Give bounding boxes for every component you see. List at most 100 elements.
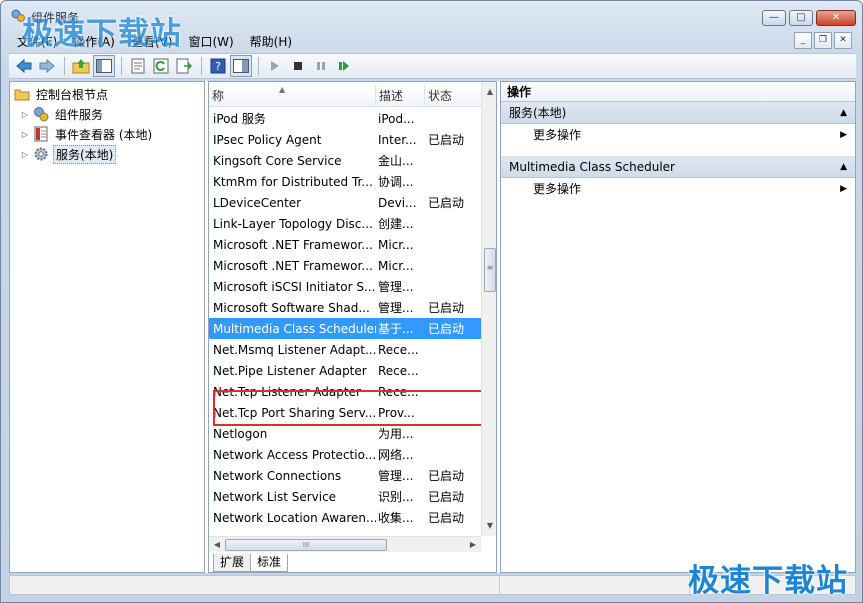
column-header-name[interactable]: ▲ 称 xyxy=(209,85,376,107)
service-name-cell: Multimedia Class Scheduler xyxy=(213,321,376,336)
table-row-selected[interactable]: Multimedia Class Scheduler 基于... 已启动 xyxy=(209,318,481,339)
action-section-services-local[interactable]: 服务(本地) ▲ xyxy=(501,102,855,124)
service-name-cell: Net.Msmq Listener Adapt... xyxy=(213,342,376,357)
table-row[interactable]: LDeviceCenter Devi... 已启动 xyxy=(209,192,481,213)
service-name-cell: IPsec Policy Agent xyxy=(213,132,322,147)
tree-item-event-viewer[interactable]: ▷ 事件查看器 (本地) xyxy=(20,125,154,143)
stop-icon xyxy=(294,62,302,70)
actions-pane: 操作 服务(本地) ▲ 更多操作 ▶ Multimedia Class Sche… xyxy=(500,81,856,573)
table-row[interactable]: Netlogon 为用... xyxy=(209,423,481,444)
table-row[interactable]: KtmRm for Distributed Tr... 协调... xyxy=(209,171,481,192)
minimize-button[interactable]: — xyxy=(762,10,786,26)
title-bar[interactable]: 组件服务 — □ ✕ xyxy=(1,1,862,31)
folder-icon xyxy=(14,86,30,102)
mdi-minimize-button[interactable]: _ xyxy=(794,32,812,49)
table-row[interactable]: Network Location Awaren... 收集... 已启动 xyxy=(209,507,481,528)
menu-help[interactable]: 帮助(H) xyxy=(242,33,300,50)
properties-button[interactable] xyxy=(127,55,149,77)
table-row[interactable]: IPsec Policy Agent Inter... 已启动 xyxy=(209,129,481,150)
table-row[interactable]: Network Connections 管理... 已启动 xyxy=(209,465,481,486)
actions-pane-title: 操作 xyxy=(501,82,855,102)
show-hide-tree-button[interactable] xyxy=(93,55,115,77)
export-list-button[interactable] xyxy=(173,55,195,77)
tab-extended[interactable]: 扩展 xyxy=(213,554,252,572)
horizontal-scroll-thumb[interactable]: III xyxy=(225,539,387,551)
start-service-button[interactable] xyxy=(264,55,286,77)
service-name-cell: Net.Tcp Port Sharing Serv... xyxy=(213,405,376,420)
stop-service-button[interactable] xyxy=(287,55,309,77)
tab-standard[interactable]: 标准 xyxy=(250,554,289,572)
action-section-selected-service[interactable]: Multimedia Class Scheduler ▲ xyxy=(501,156,855,178)
component-services-icon xyxy=(33,106,49,122)
table-row[interactable]: Net.Tcp Listener Adapter Rece... xyxy=(209,381,481,402)
table-row[interactable]: Net.Msmq Listener Adapt... Rece... xyxy=(209,339,481,360)
action-section-label: 服务(本地) xyxy=(509,106,567,120)
expand-arrow-icon[interactable]: ▷ xyxy=(20,150,30,159)
expand-arrow-icon[interactable]: ▷ xyxy=(20,110,30,119)
scroll-up-arrow-icon[interactable]: ▲ xyxy=(482,84,496,100)
services-list-pane: ▲ 称 描述 状态 iPod 服务 iPod... IPsec Policy Age… xyxy=(208,81,497,573)
restart-service-button[interactable] xyxy=(333,55,355,77)
tree-item-services-local[interactable]: ▷ 服务(本地) xyxy=(20,144,117,164)
status-cell xyxy=(500,576,690,594)
table-row[interactable]: Microsoft Software Shad... 管理... 已启动 xyxy=(209,297,481,318)
table-row[interactable]: Network List Service 识别... 已启动 xyxy=(209,486,481,507)
more-actions-item[interactable]: 更多操作 ▶ xyxy=(501,124,855,146)
tree-item-component-services[interactable]: ▷ 组件服务 xyxy=(20,105,105,123)
table-row[interactable]: Microsoft .NET Framewor... Micr... xyxy=(209,234,481,255)
service-description-cell: 金山... xyxy=(378,154,414,168)
up-one-level-button[interactable] xyxy=(70,55,92,77)
forward-button[interactable] xyxy=(36,55,58,77)
table-row[interactable]: Net.Tcp Port Sharing Serv... Prov... xyxy=(209,402,481,423)
service-name-cell: Network Connections xyxy=(213,468,342,483)
menu-file[interactable]: 文件(F) xyxy=(9,33,65,50)
tree-item-label: 组件服务 xyxy=(55,107,104,122)
menu-view[interactable]: 查看(V) xyxy=(123,33,181,50)
table-row[interactable]: Microsoft .NET Framewor... Micr... xyxy=(209,255,481,276)
maximize-button[interactable]: □ xyxy=(789,10,813,26)
content-panes: 控制台根节点 ▷ 组件服务 ▷ 事件查看器 (本地) ▷ 服务(本地) ▲ 称 … xyxy=(9,81,856,573)
mdi-restore-button[interactable]: ❐ xyxy=(814,32,832,49)
service-name-cell: Network Access Protectio... xyxy=(213,447,376,462)
column-header-description[interactable]: 描述 xyxy=(376,85,425,107)
table-row[interactable]: Kingsoft Core Service 金山... xyxy=(209,150,481,171)
service-name-cell: Network Location Awaren... xyxy=(213,510,376,525)
expand-arrow-icon[interactable]: ▷ xyxy=(20,130,30,139)
menu-window[interactable]: 窗口(W) xyxy=(180,33,241,50)
service-name-cell: Kingsoft Core Service xyxy=(213,153,342,168)
restart-icon xyxy=(339,61,349,71)
toolbar-separator xyxy=(64,57,65,75)
tree-root[interactable]: 控制台根节点 xyxy=(14,85,110,103)
refresh-icon xyxy=(153,58,169,74)
service-name-cell: Microsoft .NET Framewor... xyxy=(213,237,373,252)
vertical-scrollbar[interactable]: ▲ ≡ ▼ xyxy=(481,82,496,536)
table-row[interactable]: Microsoft iSCSI Initiator S... 管理... xyxy=(209,276,481,297)
back-button[interactable] xyxy=(13,55,35,77)
scroll-down-arrow-icon[interactable]: ▼ xyxy=(482,518,496,534)
refresh-button[interactable] xyxy=(150,55,172,77)
list-header: ▲ 称 描述 状态 xyxy=(209,85,481,107)
mdi-close-button[interactable]: ✕ xyxy=(834,32,852,49)
scroll-right-arrow-icon[interactable]: ▶ xyxy=(465,537,481,553)
menu-action[interactable]: 操作(A) xyxy=(65,33,123,50)
action-section-label: Multimedia Class Scheduler xyxy=(509,160,675,174)
collapse-up-icon[interactable]: ▲ xyxy=(840,102,847,124)
show-hide-action-pane-button[interactable] xyxy=(230,55,252,77)
table-row[interactable]: Link-Layer Topology Disc... 创建... xyxy=(209,213,481,234)
close-button[interactable]: ✕ xyxy=(816,10,856,26)
service-description-cell: 创建... xyxy=(378,217,414,231)
column-header-status[interactable]: 状态 xyxy=(425,85,481,107)
vertical-scroll-thumb[interactable]: ≡ xyxy=(484,248,496,292)
table-row[interactable]: iPod 服务 iPod... xyxy=(209,108,481,129)
svg-text:?: ? xyxy=(215,60,221,73)
scroll-left-arrow-icon[interactable]: ◀ xyxy=(209,537,225,553)
pause-service-button[interactable] xyxy=(310,55,332,77)
collapse-up-icon[interactable]: ▲ xyxy=(840,156,847,178)
table-row[interactable]: Net.Pipe Listener Adapter Rece... xyxy=(209,360,481,381)
table-row[interactable]: Network Access Protectio... 网络... xyxy=(209,444,481,465)
horizontal-scrollbar[interactable]: ◀ III ▶ xyxy=(209,536,481,552)
help-button[interactable]: ? xyxy=(207,55,229,77)
more-actions-item[interactable]: 更多操作 ▶ xyxy=(501,178,855,200)
service-name-cell: Microsoft iSCSI Initiator S... xyxy=(213,279,376,294)
service-description-cell: iPod... xyxy=(378,111,415,126)
